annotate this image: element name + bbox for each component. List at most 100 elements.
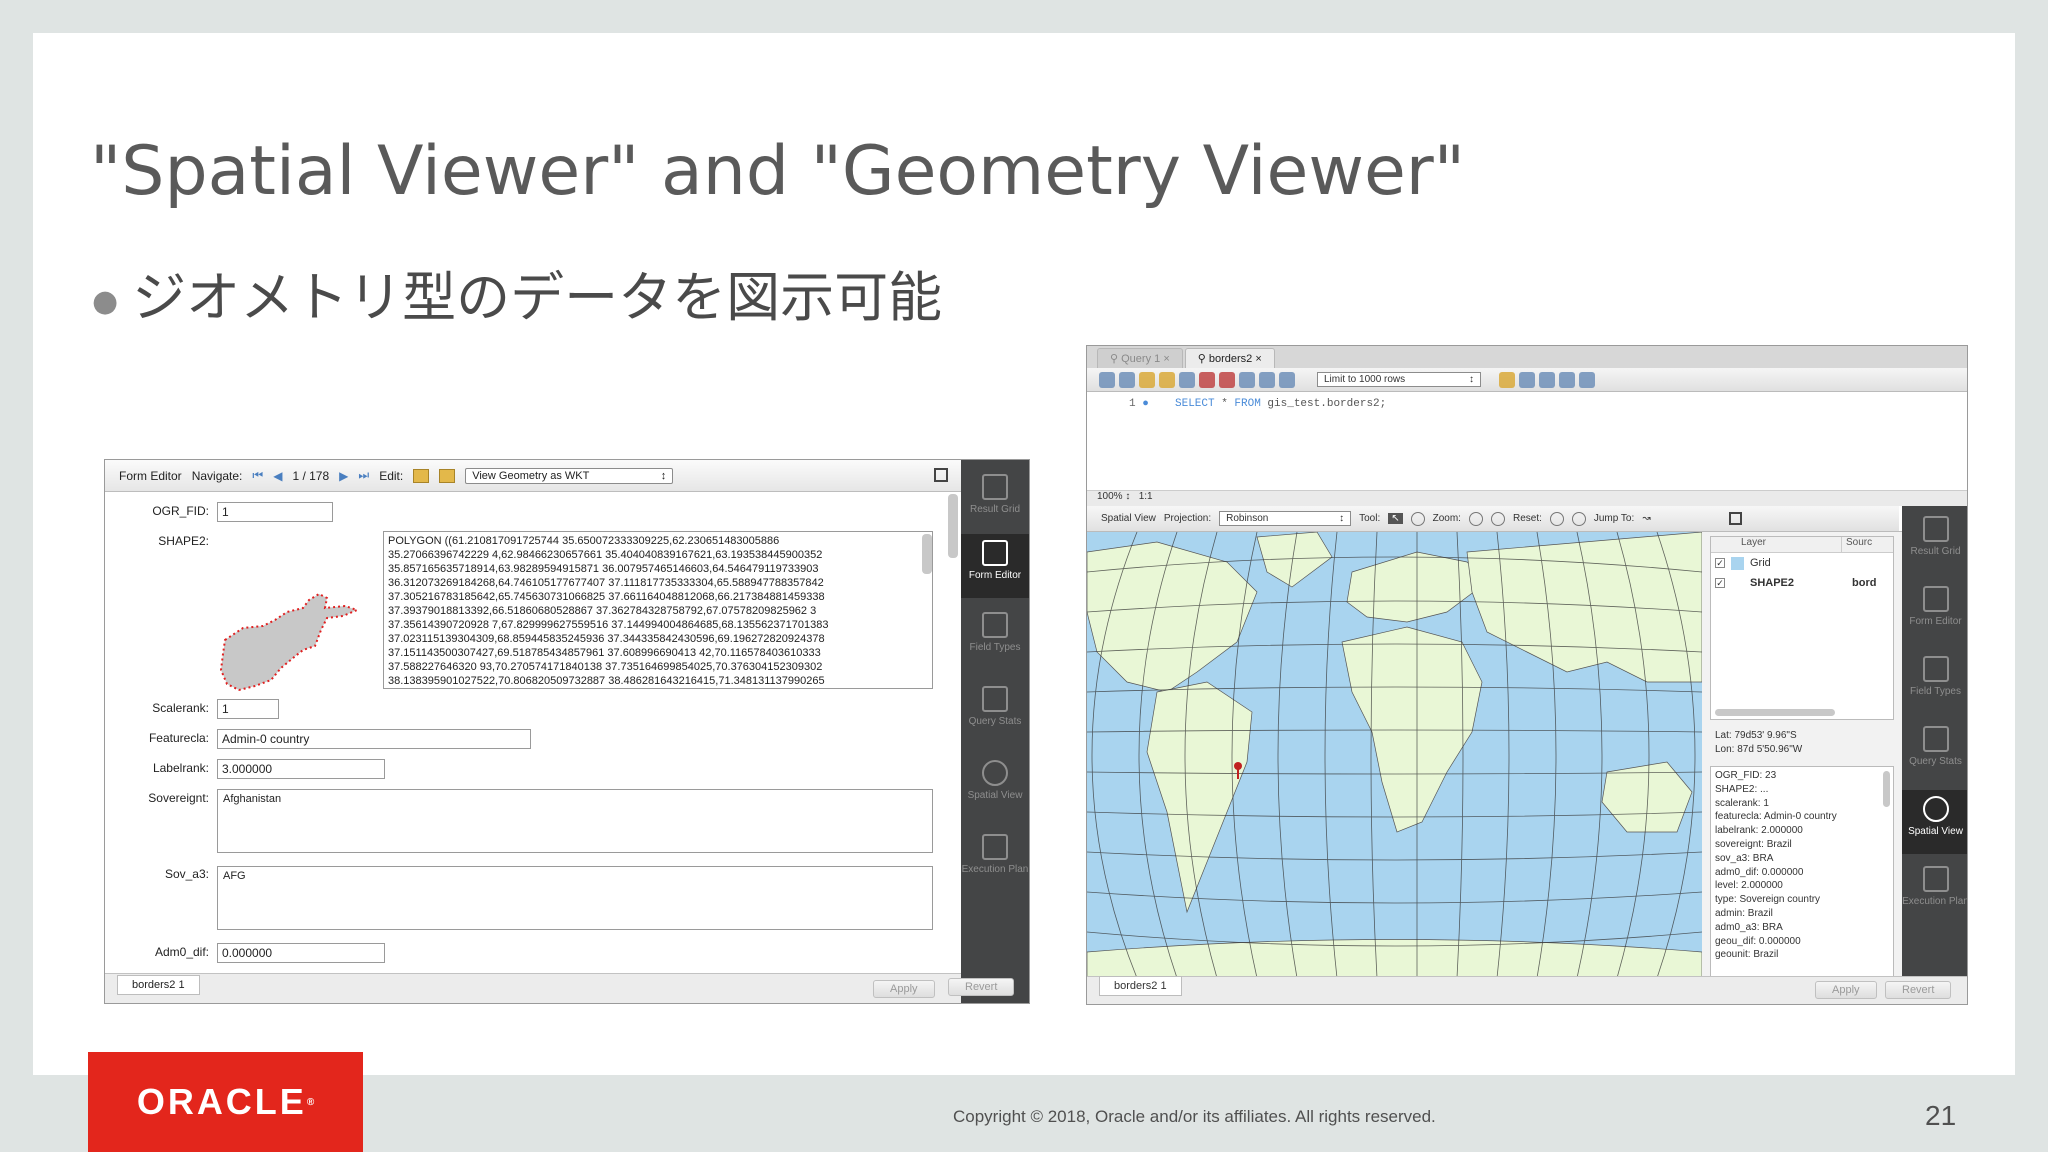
zoom-level[interactable]: 100%	[1097, 491, 1123, 502]
field-types-icon	[982, 612, 1008, 638]
wrap-icon[interactable]	[1579, 371, 1595, 388]
autocommit-icon[interactable]	[1279, 371, 1295, 388]
form-editor-title: Form Editor	[119, 468, 182, 483]
prev-record-icon[interactable]: ◀	[273, 469, 282, 483]
commit-icon[interactable]	[1239, 371, 1255, 388]
panel-toggle-icon[interactable]	[934, 468, 948, 482]
add-record-icon[interactable]	[439, 468, 456, 483]
revert-button[interactable]: Revert	[948, 978, 1015, 996]
workbench-bottom-bar: borders2 1 Apply Revert	[1087, 976, 1967, 1004]
last-record-icon[interactable]: ⏭	[358, 468, 369, 483]
layer-row-grid[interactable]: ✓ Grid	[1711, 553, 1893, 573]
labelrank-field[interactable]: 3.000000	[217, 759, 385, 779]
apply-button[interactable]: Apply	[1815, 981, 1877, 999]
form-scrollbar[interactable]	[948, 494, 958, 558]
jump-to-icon[interactable]: ↝	[1642, 513, 1650, 524]
featurecla-label: Featurecla:	[148, 731, 209, 745]
slide-title: "Spatial Viewer" and "Geometry Viewer"	[90, 132, 1466, 211]
layers-header: Layer Sourc	[1711, 537, 1893, 553]
geometry-view-select[interactable]: View Geometry as WKT ↕	[465, 467, 674, 484]
feature-properties: OGR_FID: 23 SHAPE2: ... scalerank: 1 fea…	[1710, 766, 1894, 978]
coordinate-readout: Lat: 79d53' 9.96"S Lon: 87d 5'50.96"W	[1715, 729, 1802, 757]
execute-current-icon[interactable]	[1159, 371, 1175, 388]
property-line: geounit: Brazil	[1715, 949, 1779, 961]
afghanistan-shape	[219, 592, 360, 692]
sidebar-item-result-grid[interactable]: Result Grid	[961, 468, 1029, 530]
zoom-out-icon[interactable]	[1468, 511, 1483, 526]
open-file-icon[interactable]	[1099, 371, 1115, 388]
toggle-error-icon[interactable]	[1219, 371, 1235, 388]
sql-code: SELECT * FROM gis_test.borders2;	[1175, 398, 1387, 410]
invisible-chars-icon[interactable]	[1559, 371, 1575, 388]
properties-scrollbar[interactable]	[1883, 771, 1890, 807]
tab-borders2[interactable]: ⚲ borders2 ×	[1184, 348, 1275, 368]
sidebar-item-form-editor[interactable]: Form Editor	[1902, 580, 1967, 642]
limit-rows-select[interactable]: Limit to 1000 rows ↕	[1317, 372, 1481, 387]
execute-icon[interactable]	[1139, 371, 1155, 388]
panel-toggle-icon[interactable]	[1728, 512, 1742, 525]
adm0-dif-label: Adm0_dif:	[154, 945, 209, 959]
close-icon[interactable]: ×	[1252, 353, 1261, 365]
sovereignt-field[interactable]: Afghanistan	[217, 789, 933, 853]
layers-hscrollbar[interactable]	[1715, 709, 1835, 716]
world-map	[1087, 532, 1702, 978]
result-tab[interactable]: borders2 1	[1099, 976, 1182, 996]
explain-icon[interactable]	[1179, 371, 1195, 388]
search-icon[interactable]	[1539, 371, 1555, 388]
find-icon[interactable]	[1519, 371, 1535, 388]
form-editor-icon	[982, 540, 1008, 566]
scalerank-label: Scalerank:	[152, 701, 209, 715]
rollback-icon[interactable]	[1259, 371, 1275, 388]
sidebar-item-form-editor[interactable]: Form Editor	[961, 534, 1029, 598]
ogr-fid-field[interactable]: 1	[217, 502, 333, 522]
edit-record-icon[interactable]	[413, 468, 430, 483]
projection-select[interactable]: Robinson ↕	[1219, 511, 1352, 526]
save-icon[interactable]	[1119, 371, 1135, 388]
page-number: 21	[1925, 1100, 1957, 1131]
sidebar-item-query-stats[interactable]: Query Stats	[1902, 720, 1967, 782]
first-record-icon[interactable]: ⏮	[252, 468, 263, 483]
tool-label: Tool:	[1359, 513, 1381, 524]
sidebar-item-query-stats[interactable]: Query Stats	[961, 680, 1029, 742]
stop-icon[interactable]	[1199, 371, 1215, 388]
adm0-dif-field[interactable]: 0.000000	[217, 943, 385, 963]
sidebar-item-execution-plan[interactable]: Execution Plan	[1902, 860, 1967, 922]
latitude: Lat: 79d53' 9.96"S	[1715, 730, 1797, 741]
sidebar-item-field-types[interactable]: Field Types	[1902, 650, 1967, 712]
apply-button[interactable]: Apply	[873, 980, 935, 998]
reset-zoom-icon[interactable]	[1549, 511, 1564, 526]
pan-tool-icon[interactable]	[1410, 511, 1425, 526]
wkt-scrollbar[interactable]	[922, 534, 932, 574]
tab-pin-icon: ⚲	[1110, 353, 1122, 365]
pointer-tool-icon[interactable]: ↖	[1388, 513, 1403, 524]
tab-query-1[interactable]: ⚲ Query 1 ×	[1097, 348, 1183, 368]
sidebar-item-execution-plan[interactable]: Execution Plan	[961, 828, 1029, 890]
revert-button[interactable]: Revert	[1885, 981, 1952, 999]
next-record-icon[interactable]: ▶	[339, 469, 348, 483]
reset-view-icon[interactable]	[1571, 511, 1586, 526]
featurecla-field[interactable]: Admin-0 country	[217, 729, 531, 749]
checkbox-checked-icon[interactable]: ✓	[1715, 578, 1725, 588]
result-grid-icon	[1922, 516, 1949, 542]
line-marker-icon: ●	[1142, 398, 1149, 410]
layer-row-shape2[interactable]: ✓ SHAPE2 bord	[1711, 573, 1893, 593]
sidebar-item-spatial-view[interactable]: Spatial View	[1902, 790, 1967, 854]
shape2-wkt-field[interactable]: POLYGON ((61.210817091725744 35.65007233…	[383, 531, 933, 689]
sql-toolbar: Limit to 1000 rows ↕	[1087, 368, 1967, 392]
query-stats-icon	[1922, 726, 1949, 752]
execution-plan-icon	[1922, 866, 1949, 892]
sidebar-item-result-grid[interactable]: Result Grid	[1902, 510, 1967, 572]
sidebar-item-spatial-view[interactable]: Spatial View	[961, 754, 1029, 816]
checkbox-checked-icon[interactable]: ✓	[1715, 558, 1725, 568]
sov-a3-field[interactable]: AFG	[217, 866, 933, 930]
zoom-in-icon[interactable]	[1490, 511, 1505, 526]
spatial-map[interactable]	[1087, 532, 1702, 978]
result-tab[interactable]: borders2 1	[117, 975, 200, 995]
property-line: scalerank: 1	[1715, 797, 1769, 809]
close-icon[interactable]: ×	[1160, 353, 1169, 365]
field-types-icon	[1922, 656, 1949, 682]
registered-mark-icon: ®	[306, 1096, 315, 1108]
sidebar-item-field-types[interactable]: Field Types	[961, 606, 1029, 668]
beautify-icon[interactable]	[1499, 371, 1515, 388]
scalerank-field[interactable]: 1	[217, 699, 279, 719]
